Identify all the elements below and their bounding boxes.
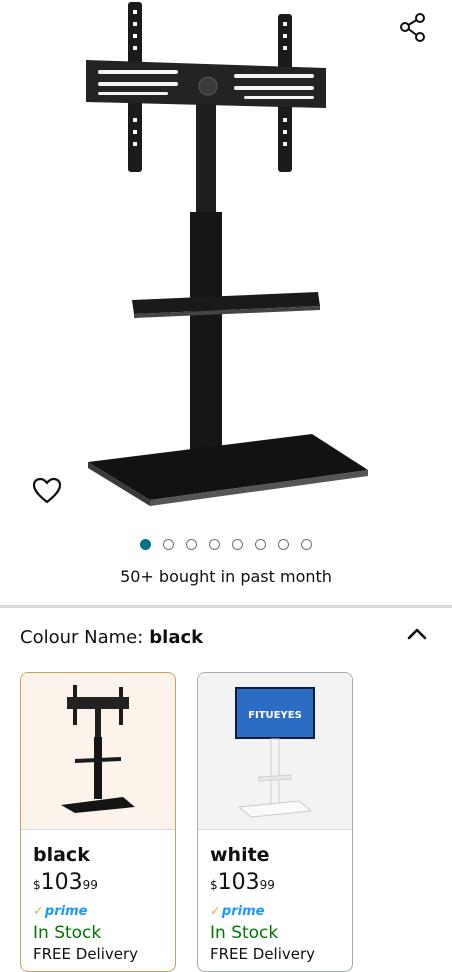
heart-outline-icon xyxy=(32,477,62,504)
colour-selected-value: black xyxy=(149,627,204,648)
product-image[interactable] xyxy=(0,0,452,530)
carousel-dot[interactable] xyxy=(301,539,312,550)
delivery-text: FREE Delivery xyxy=(210,945,316,963)
stock-status: In Stock xyxy=(210,923,279,943)
carousel-dot[interactable] xyxy=(278,539,289,550)
stock-status: In Stock xyxy=(33,923,102,943)
prime-check-icon: ✓ xyxy=(210,904,221,919)
colour-label: Colour Name: xyxy=(20,627,144,648)
swatch-thumbnail: FITUEYES xyxy=(198,673,352,830)
prime-check-icon: ✓ xyxy=(33,904,44,919)
prime-badge: ✓prime xyxy=(33,904,88,919)
black-stand-thumbnail xyxy=(61,685,135,813)
swatch-price: $10399 xyxy=(210,870,275,895)
bought-count-text: 50+ bought in past month xyxy=(120,567,332,586)
swatch-thumbnail xyxy=(21,673,175,830)
section-divider xyxy=(0,605,452,608)
chevron-up-icon xyxy=(407,628,427,640)
wishlist-button[interactable] xyxy=(30,474,64,508)
white-stand-thumbnail: FITUEYES xyxy=(235,687,315,818)
image-carousel-dots xyxy=(0,539,452,550)
tv-screen-brand: FITUEYES xyxy=(248,710,302,721)
colour-selector-header: Colour Name: black xyxy=(20,627,203,648)
carousel-dot[interactable] xyxy=(163,539,174,550)
swatch-name: black xyxy=(33,844,90,866)
swatch-price: $10399 xyxy=(33,870,98,895)
colour-swatch-black[interactable]: black $10399 ✓prime In Stock FREE Delive… xyxy=(20,672,176,972)
swatch-name: white xyxy=(210,844,270,866)
carousel-dot[interactable] xyxy=(255,539,266,550)
carousel-dot[interactable] xyxy=(140,539,151,550)
carousel-dot[interactable] xyxy=(186,539,197,550)
collapse-colour-button[interactable] xyxy=(404,624,430,644)
carousel-dot[interactable] xyxy=(232,539,243,550)
share-button[interactable] xyxy=(396,10,430,44)
tv-stand-image xyxy=(86,2,368,506)
carousel-dot[interactable] xyxy=(209,539,220,550)
colour-swatch-white[interactable]: FITUEYES white $10399 ✓prime In Stock FR… xyxy=(197,672,353,972)
delivery-text: FREE Delivery xyxy=(33,945,139,963)
prime-badge: ✓prime xyxy=(210,904,265,919)
share-icon xyxy=(400,13,425,42)
